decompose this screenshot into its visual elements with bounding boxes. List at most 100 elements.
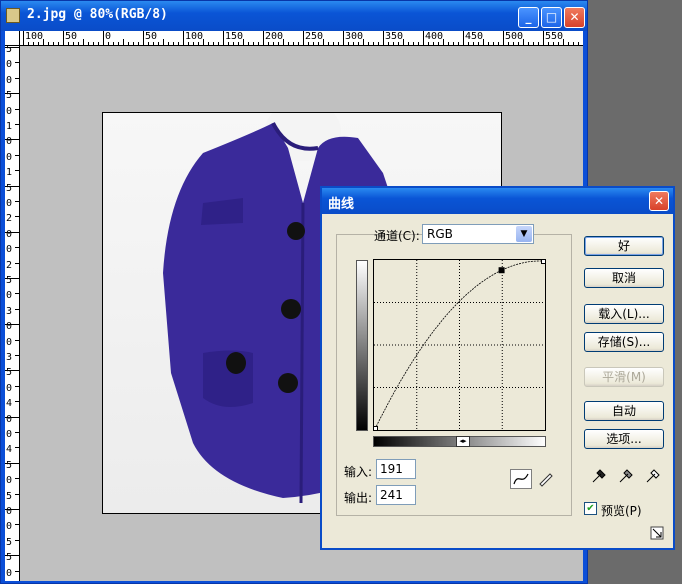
ruler-minor-tick [258,42,259,45]
ruler-minor-tick [198,42,199,45]
ruler-minor-tick [488,42,489,45]
auto-button[interactable]: 自动 [584,401,664,421]
chevron-down-icon[interactable]: ▼ [516,226,532,242]
ruler-label: 0 [6,198,13,209]
ruler-label: 50 [145,31,158,42]
resize-grip-icon[interactable] [650,526,664,540]
options-button[interactable]: 选项... [584,429,664,449]
ruler-minor-tick [58,42,59,45]
ruler-minor-tick [568,42,569,45]
ruler-tick [15,154,19,156]
channel-label: 通道(C): [374,229,420,243]
vertical-ruler[interactable]: 50050100150200250300350400450500550 [5,45,20,581]
ruler-minor-tick [493,42,494,45]
ruler-minor-tick [373,42,374,45]
ruler-minor-tick [168,42,169,45]
ruler-tick [183,31,184,45]
ruler-minor-tick [108,42,109,45]
ruler-tick [15,493,19,495]
input-gradient-bar: ◂▸ [373,436,546,447]
ruler-minor-tick [363,39,364,45]
curves-dialog: 曲线 ✕ 通道(C): RGB ▼ ◂▸ 输入: 191 输出: 241 好 取… [320,186,675,550]
ruler-minor-tick [153,42,154,45]
curve-control-point[interactable] [498,267,505,274]
curves-dialog-titlebar[interactable]: 曲线 ✕ [322,188,673,214]
ruler-minor-tick [278,42,279,45]
minimize-button[interactable]: _ [518,7,539,28]
ruler-minor-tick [43,39,44,45]
ruler-minor-tick [378,42,379,45]
channel-select[interactable]: RGB ▼ [422,224,534,244]
ruler-minor-tick [288,42,289,45]
curve-tool-icon[interactable] [510,469,532,489]
ruler-minor-tick [578,42,579,45]
ruler-tick [463,31,464,45]
horizontal-ruler[interactable]: 100500501001502002503003504004505005506 [5,31,583,46]
ruler-corner[interactable] [5,31,20,46]
ruler-minor-tick [403,39,404,45]
ruler-label: 0 [6,567,13,579]
ruler-minor-tick [33,42,34,45]
ruler-minor-tick [123,39,124,45]
cancel-button[interactable]: 取消 [584,268,664,288]
gradient-toggle-icon[interactable]: ◂▸ [456,436,470,447]
ruler-tick [343,31,344,45]
ruler-tick [63,31,64,45]
ruler-tick [143,31,144,45]
curve-control-point[interactable] [372,426,378,432]
smooth-button[interactable]: 平滑(M) [584,367,664,387]
maximize-button[interactable]: □ [541,7,562,28]
gray-eyedropper-icon[interactable] [617,466,635,484]
ruler-tick [263,31,264,45]
ruler-minor-tick [528,42,529,45]
ruler-minor-tick [188,42,189,45]
ruler-minor-tick [68,42,69,45]
ruler-minor-tick [473,42,474,45]
ruler-minor-tick [533,42,534,45]
ruler-minor-tick [413,42,414,45]
ok-button[interactable]: 好 [584,236,664,256]
ruler-minor-tick [483,39,484,45]
ruler-minor-tick [273,42,274,45]
pencil-tool-icon[interactable] [536,469,558,489]
ruler-minor-tick [163,39,164,45]
ruler-minor-tick [398,42,399,45]
close-button[interactable]: ✕ [564,7,585,28]
ruler-minor-tick [558,42,559,45]
save-button[interactable]: 存储(S)... [584,332,664,352]
ruler-tick [5,47,19,48]
preview-label: 预览(P) [601,504,642,518]
curve-control-point[interactable] [541,258,547,264]
ruler-tick [5,370,19,372]
ruler-minor-tick [313,42,314,45]
ruler-minor-tick [538,42,539,45]
dialog-close-button[interactable]: ✕ [649,191,669,211]
ruler-tick [5,324,19,326]
white-eyedropper-icon[interactable] [644,466,662,484]
output-gradient-bar [356,260,368,431]
input-field[interactable]: 191 [376,459,416,479]
ruler-tick [15,170,19,172]
ruler-minor-tick [53,42,54,45]
ruler-tick [15,262,19,264]
ruler-label: 0 [6,290,13,302]
load-button[interactable]: 载入(L)... [584,304,664,324]
document-titlebar[interactable]: 2.jpg @ 80%(RGB/8) _ □ ✕ [1,1,587,31]
ruler-minor-tick [513,42,514,45]
preview-checkbox[interactable]: ✔ [584,502,597,515]
ruler-label: 0 [105,31,112,42]
curve-graph[interactable] [372,258,547,432]
curve-chart[interactable] [372,258,547,432]
ruler-label: 0 [6,105,13,117]
ruler-minor-tick [323,39,324,45]
ruler-minor-tick [358,42,359,45]
output-field[interactable]: 241 [376,485,416,505]
ruler-tick [5,93,19,95]
black-eyedropper-icon[interactable] [590,466,608,484]
ruler-minor-tick [48,42,49,45]
ruler-tick [5,185,19,187]
ruler-label: 0 [6,59,13,71]
ruler-minor-tick [203,39,204,45]
ruler-label: 4 [6,444,13,456]
ruler-minor-tick [438,42,439,45]
